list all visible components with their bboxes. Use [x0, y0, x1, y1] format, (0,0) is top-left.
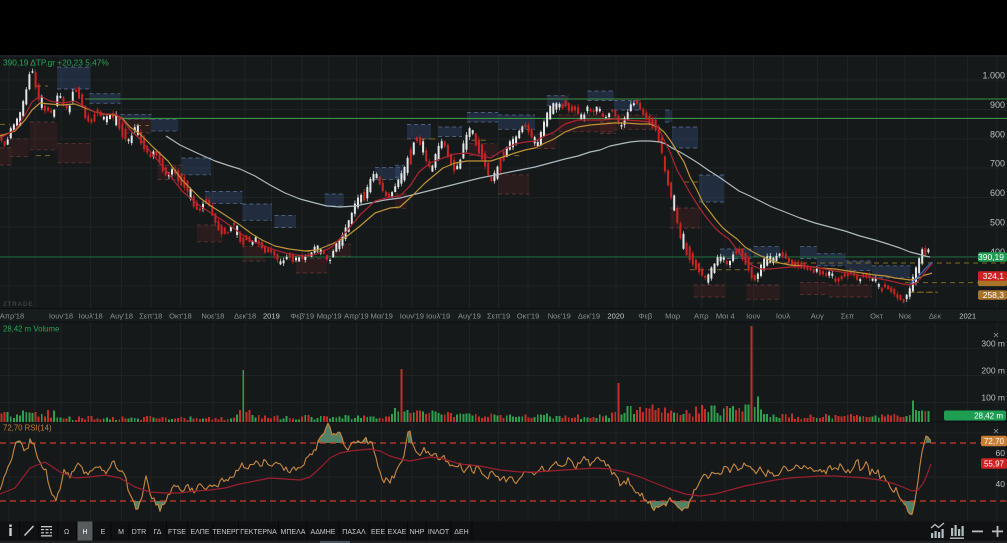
svg-text:M: M — [118, 529, 124, 536]
svg-text:60: 60 — [996, 448, 1006, 458]
svg-text:324,1: 324,1 — [983, 271, 1005, 281]
svg-text:390,19 ΔTP.gr +20,23 5,47%: 390,19 ΔTP.gr +20,23 5,47% — [3, 58, 109, 68]
svg-text:Ιουν: Ιουν — [746, 312, 760, 321]
svg-text:200 m: 200 m — [981, 365, 1005, 375]
svg-text:Σεπ: Σεπ — [841, 312, 854, 321]
svg-text:2020: 2020 — [607, 312, 624, 321]
svg-text:Απρ: Απρ — [694, 312, 709, 321]
svg-text:ΠΑΣΑΛ: ΠΑΣΑΛ — [342, 529, 366, 536]
svg-text:Δεκ'19: Δεκ'19 — [578, 312, 600, 321]
svg-text:2019: 2019 — [263, 312, 280, 321]
svg-text:Απρ'19: Απρ'19 — [344, 312, 369, 321]
svg-text:40: 40 — [996, 479, 1006, 489]
svg-text:2021: 2021 — [959, 312, 976, 321]
svg-text:ΜΠΕΛΑ: ΜΠΕΛΑ — [281, 529, 306, 536]
svg-text:Νοε'18: Νοε'18 — [201, 312, 224, 321]
svg-text:FTSE: FTSE — [168, 529, 186, 536]
svg-text:DTR: DTR — [132, 529, 146, 536]
svg-text:55,97: 55,97 — [984, 460, 1005, 469]
svg-text:Μαρ'19: Μαρ'19 — [317, 312, 342, 321]
svg-text:Φεβ: Φεβ — [638, 312, 652, 321]
svg-text:ΤΕΝΕΡΓ: ΤΕΝΕΡΓ — [212, 529, 239, 536]
svg-text:72,70: 72,70 — [984, 437, 1005, 446]
svg-text:ΑΔΜΗΕ: ΑΔΜΗΕ — [311, 529, 336, 536]
svg-text:Ιουλ: Ιουλ — [776, 312, 790, 321]
svg-text:Ιουλ'19: Ιουλ'19 — [426, 312, 450, 321]
svg-text:258,3: 258,3 — [983, 290, 1005, 300]
svg-text:Αυγ'19: Αυγ'19 — [458, 312, 481, 321]
svg-text:Μαρ: Μαρ — [665, 312, 681, 321]
svg-text:Μαι 4: Μαι 4 — [716, 312, 735, 321]
svg-text:100 m: 100 m — [981, 392, 1005, 402]
svg-text:Νοε: Νοε — [898, 312, 912, 321]
svg-text:ΓΕΚΤΕΡΝΑ: ΓΕΚΤΕΡΝΑ — [240, 529, 277, 536]
svg-text:900: 900 — [990, 100, 1005, 110]
svg-text:Ω: Ω — [64, 529, 69, 536]
svg-text:Φεβ'19: Φεβ'19 — [290, 312, 314, 321]
svg-text:Ιουν'19: Ιουν'19 — [400, 312, 424, 321]
svg-text:Οκτ: Οκτ — [870, 312, 883, 321]
svg-text:Αυγ'18: Αυγ'18 — [110, 312, 133, 321]
svg-text:ΝΗΡ: ΝΗΡ — [410, 529, 425, 536]
svg-text:H: H — [82, 529, 87, 536]
svg-text:72,70 RSI(14): 72,70 RSI(14) — [3, 424, 52, 433]
svg-text:390,19: 390,19 — [978, 252, 1004, 262]
svg-text:Οκτ'19: Οκτ'19 — [517, 312, 540, 321]
svg-text:E: E — [101, 529, 106, 536]
svg-text:Μαι'19: Μαι'19 — [371, 312, 393, 321]
svg-text:✕: ✕ — [993, 331, 1000, 340]
svg-text:✕: ✕ — [993, 427, 1000, 436]
svg-text:28,42 m Volume: 28,42 m Volume — [3, 325, 59, 334]
svg-text:Δεκ'18: Δεκ'18 — [234, 312, 256, 321]
svg-text:ΕΕΕ: ΕΕΕ — [371, 529, 385, 536]
svg-text:Σεπ'18: Σεπ'18 — [139, 312, 162, 321]
svg-text:Ιουλ'18: Ιουλ'18 — [79, 312, 103, 321]
svg-text:500: 500 — [990, 218, 1005, 228]
svg-text:800: 800 — [990, 129, 1005, 139]
svg-text:ZTRADE: ZTRADE — [3, 301, 33, 308]
svg-text:Αυγ: Αυγ — [811, 312, 824, 321]
svg-text:Δεκ: Δεκ — [929, 312, 941, 321]
svg-text:ΙΝΛΟΤ: ΙΝΛΟΤ — [428, 529, 450, 536]
svg-text:ΓΔ: ΓΔ — [154, 529, 162, 536]
svg-text:600: 600 — [990, 188, 1005, 198]
svg-text:Απρ'18: Απρ'18 — [0, 312, 24, 321]
svg-text:ΕΛΠΕ: ΕΛΠΕ — [190, 529, 209, 536]
svg-text:Οκτ'18: Οκτ'18 — [169, 312, 192, 321]
svg-text:Σεπ'19: Σεπ'19 — [487, 312, 510, 321]
svg-text:ΕΧΑΕ: ΕΧΑΕ — [388, 529, 407, 536]
svg-text:Νοε'19: Νοε'19 — [548, 312, 571, 321]
svg-text:700: 700 — [990, 159, 1005, 169]
svg-text:Ιουν'18: Ιουν'18 — [49, 312, 73, 321]
svg-text:1.000: 1.000 — [982, 71, 1005, 81]
svg-text:28,42 m: 28,42 m — [974, 412, 1003, 421]
svg-text:ΔΕΗ: ΔΕΗ — [454, 529, 468, 536]
